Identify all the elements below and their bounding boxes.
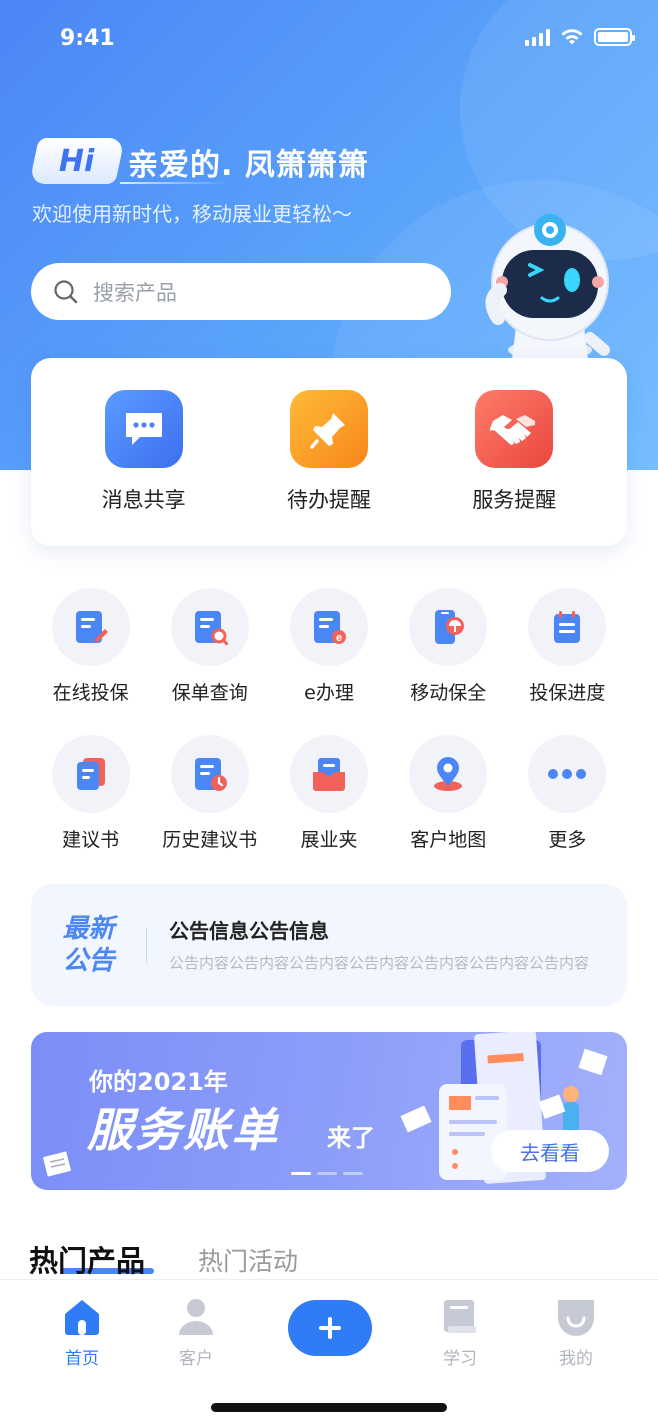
grid-item-label: 移动保全 (410, 682, 487, 704)
greeting-name: 亲爱的. 凤箫箫箫 (128, 148, 369, 183)
profile-icon (558, 1300, 594, 1336)
quick-action-label: 待办提醒 (286, 488, 371, 512)
nav-mine[interactable]: 我的 (536, 1298, 616, 1369)
nav-label: 首页 (65, 1349, 99, 1369)
notice-card[interactable]: 最新 公告 公告信息公告信息 公告内容公告内容公告内容公告内容公告内容公告内容公… (31, 884, 627, 1006)
notice-title: 公告信息公告信息 (169, 918, 329, 943)
home-indicator (211, 1403, 447, 1412)
grid-item-customer-map[interactable]: 客户地图 (389, 735, 508, 852)
notice-divider (146, 927, 147, 963)
banner-title: 服务账单 (87, 1103, 279, 1157)
signal-icon (525, 28, 550, 46)
grid-item-online-insure[interactable]: 在线投保 (31, 588, 150, 705)
grid-item-label: 客户地图 (410, 829, 487, 851)
grid-item-folder[interactable]: 展业夹 (269, 735, 388, 852)
banner-subtitle: 你的2021年 (89, 1068, 228, 1096)
mobile-preserve-icon (409, 588, 488, 666)
grid-item-more[interactable]: 更多 (508, 735, 627, 852)
banner-tail: 来了 (327, 1124, 375, 1152)
battery-icon (594, 28, 635, 46)
grid-item-progress[interactable]: 投保进度 (508, 588, 627, 705)
grid-item-label: e办理 (304, 682, 354, 704)
add-button[interactable] (288, 1300, 372, 1356)
tab-hot-activities[interactable]: 热门活动 (198, 1242, 298, 1278)
map-pin-icon (409, 735, 488, 813)
quick-actions-card: 消息共享 待办提醒 服务提醒 (31, 358, 627, 546)
message-icon (104, 390, 183, 468)
grid-item-label: 保单查询 (171, 682, 248, 704)
nav-home[interactable]: 首页 (42, 1298, 122, 1369)
progress-icon (528, 588, 607, 666)
handshake-icon (475, 390, 554, 468)
paper-icon (400, 1106, 432, 1133)
notice-content: 公告信息公告信息 公告内容公告内容公告内容公告内容公告内容公告内容公告内容 (169, 915, 599, 976)
nav-customer[interactable]: 客户 (156, 1298, 236, 1369)
notice-body: 公告内容公告内容公告内容公告内容公告内容公告内容公告内容 (169, 953, 590, 972)
e-handle-icon: e (289, 588, 368, 666)
service-bill-banner[interactable]: 你的2021年 服务账单 来了 去看看 (31, 1032, 627, 1190)
quick-action-message[interactable]: 消息共享 (64, 390, 224, 514)
search-bar[interactable]: 搜索产品 (31, 263, 451, 320)
nav-label: 客户 (179, 1349, 213, 1369)
svg-text:e: e (336, 632, 342, 644)
quick-action-service[interactable]: 服务提醒 (434, 390, 594, 514)
folder-icon (289, 735, 368, 813)
status-icons (525, 28, 635, 46)
grid-item-label: 在线投保 (52, 682, 129, 704)
notice-badge: 最新 公告 (62, 914, 115, 976)
grid-item-policy-search[interactable]: 保单查询 (150, 588, 269, 705)
nav-study[interactable]: 学习 (420, 1298, 500, 1369)
plus-icon (319, 1317, 341, 1339)
grid-item-history-proposal[interactable]: 历史建议书 (150, 735, 269, 852)
policy-search-icon (170, 588, 249, 666)
proposal-icon (51, 735, 130, 813)
quick-action-label: 服务提醒 (472, 488, 557, 512)
grid-item-proposal[interactable]: 建议书 (31, 735, 150, 852)
quick-action-todo[interactable]: 待办提醒 (249, 390, 409, 514)
customer-icon (179, 1299, 213, 1335)
tab-hot-products[interactable]: 热门产品 (29, 1238, 145, 1280)
grid-item-label: 历史建议书 (162, 829, 258, 851)
greeting-underline (120, 182, 230, 184)
grid-item-label: 更多 (548, 829, 587, 851)
pin-icon (289, 390, 368, 468)
search-icon (54, 279, 78, 303)
banner-view-button[interactable]: 去看看 (491, 1130, 609, 1172)
hi-badge: Hi (29, 138, 125, 184)
grid-item-e-handle[interactable]: e e办理 (269, 588, 388, 705)
more-icon (528, 735, 607, 813)
grid-item-label: 展业夹 (300, 829, 358, 851)
nav-label: 我的 (559, 1349, 593, 1369)
history-proposal-icon (170, 735, 249, 813)
paper-icon (42, 1151, 72, 1177)
search-input[interactable]: 搜索产品 (93, 277, 177, 307)
banner-dot (291, 1172, 311, 1175)
status-time: 9:41 (60, 26, 115, 51)
wifi-icon (561, 29, 583, 45)
book-icon (444, 1300, 476, 1333)
grid-item-label: 建议书 (62, 829, 120, 851)
nav-label: 学习 (443, 1349, 477, 1369)
function-grid: 在线投保 保单查询 e e办理 移动保全 投保进度 建议书 历史建议书 展业夹 … (31, 588, 627, 852)
banner-pagination (291, 1172, 363, 1175)
greeting-subtitle: 欢迎使用新时代，移动展业更轻松～ (32, 202, 352, 226)
robot-mascot (485, 214, 610, 360)
banner-dot (317, 1172, 337, 1175)
home-icon (65, 1300, 99, 1335)
banner-dot (343, 1172, 363, 1175)
online-insure-icon (51, 588, 130, 666)
grid-item-label: 投保进度 (529, 682, 606, 704)
grid-item-mobile-preserve[interactable]: 移动保全 (389, 588, 508, 705)
quick-action-label: 消息共享 (101, 488, 186, 512)
